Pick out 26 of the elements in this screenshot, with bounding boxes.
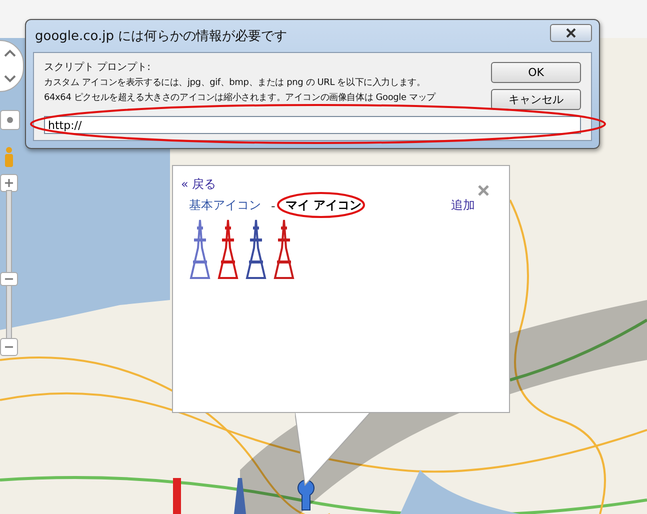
zoom-in-button[interactable] <box>0 174 18 192</box>
zoom-handle[interactable] <box>0 272 18 286</box>
zoom-out-button[interactable] <box>0 338 18 356</box>
prompt-heading: スクリプト プロンプト: <box>44 60 152 74</box>
url-input[interactable]: http:// <box>44 116 581 134</box>
location-button[interactable] <box>0 110 20 130</box>
prompt-message: 64x64 ピクセルを超える大きさのアイコンは縮小されます。アイコンの画像自体は Google マップ <box>44 92 437 104</box>
close-icon <box>566 28 576 38</box>
plus-icon <box>5 179 13 187</box>
dialog-title: google.co.jp には何らかの情報が必要です <box>34 28 288 45</box>
tower-icon[interactable] <box>217 218 239 280</box>
minus-icon <box>5 346 13 348</box>
dot-icon <box>7 117 13 123</box>
tower-icon[interactable] <box>273 218 295 280</box>
tower-icon[interactable] <box>189 218 211 280</box>
add-link[interactable]: 追加 <box>451 197 475 214</box>
close-icon[interactable] <box>478 185 489 196</box>
minus-icon <box>5 278 13 280</box>
tab-separator: - <box>271 198 276 212</box>
cancel-button[interactable]: キャンセル <box>491 89 581 110</box>
ok-button[interactable]: OK <box>491 62 581 83</box>
back-link[interactable]: « 戻る <box>181 176 501 193</box>
icon-tab[interactable]: 基本アイコン <box>189 197 261 214</box>
tower-icon[interactable] <box>245 218 267 280</box>
prompt-message: カスタム アイコンを表示するには、jpg、gif、bmp、または png の URL を以下に入力します。 <box>44 77 426 89</box>
close-button[interactable] <box>550 24 592 42</box>
